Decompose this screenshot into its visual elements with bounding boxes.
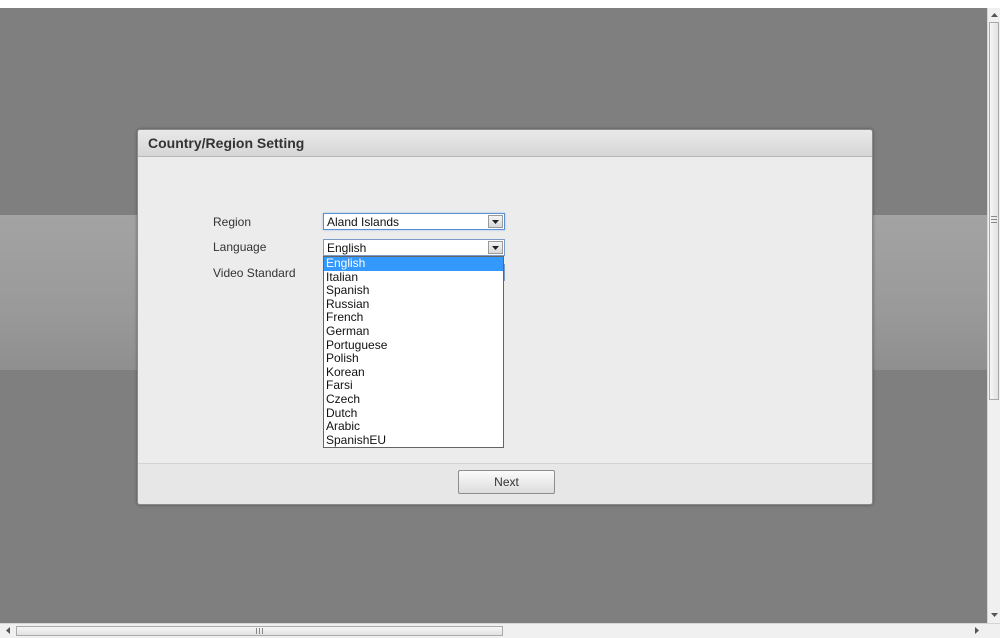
chevron-down-icon[interactable] xyxy=(488,241,503,254)
language-option[interactable]: Czech xyxy=(324,392,503,407)
language-option[interactable]: Polish xyxy=(324,352,503,366)
language-option[interactable]: Farsi xyxy=(324,379,503,393)
language-option[interactable]: Portuguese xyxy=(324,338,503,353)
language-option[interactable]: Arabic xyxy=(324,420,503,434)
language-select[interactable]: English xyxy=(323,239,505,256)
dialog-title: Country/Region Setting xyxy=(148,135,305,151)
language-option[interactable]: SpanishEU xyxy=(324,433,503,448)
language-value: English xyxy=(327,241,367,255)
arrow-up-icon[interactable] xyxy=(990,10,998,19)
language-option[interactable]: Dutch xyxy=(324,406,503,421)
region-value: Aland Islands xyxy=(327,215,400,229)
language-option[interactable]: French xyxy=(324,311,503,325)
language-label: Language xyxy=(213,240,267,254)
next-button[interactable]: Next xyxy=(458,470,555,494)
language-option[interactable]: Korean xyxy=(324,365,503,380)
arrow-left-icon[interactable] xyxy=(3,626,12,635)
language-option[interactable]: Italian xyxy=(324,270,503,285)
vertical-scroll-thumb[interactable] xyxy=(989,22,999,400)
horizontal-scrollbar[interactable] xyxy=(0,623,1000,638)
dialog-header: Country/Region Setting xyxy=(138,130,872,157)
vertical-scrollbar[interactable] xyxy=(987,8,1000,623)
country-region-dialog: Country/Region Setting Region Aland Isla… xyxy=(137,129,873,505)
language-dropdown-list[interactable]: English Italian Spanish Russian French German… xyxy=(323,256,504,448)
language-option[interactable]: English xyxy=(324,256,503,271)
horizontal-scroll-thumb[interactable] xyxy=(16,626,503,636)
page-backdrop: Country/Region Setting Region Aland Isla… xyxy=(0,8,987,623)
arrow-down-icon[interactable] xyxy=(990,610,998,619)
language-option[interactable]: German xyxy=(324,324,503,339)
language-option[interactable]: Russian xyxy=(324,297,503,312)
region-label: Region xyxy=(213,215,252,229)
language-option[interactable]: Spanish xyxy=(324,284,503,298)
video-standard-label: Video Standard xyxy=(213,266,296,280)
arrow-right-icon[interactable] xyxy=(972,626,981,635)
region-select[interactable]: Aland Islands xyxy=(323,213,505,230)
chevron-down-icon[interactable] xyxy=(488,215,503,228)
